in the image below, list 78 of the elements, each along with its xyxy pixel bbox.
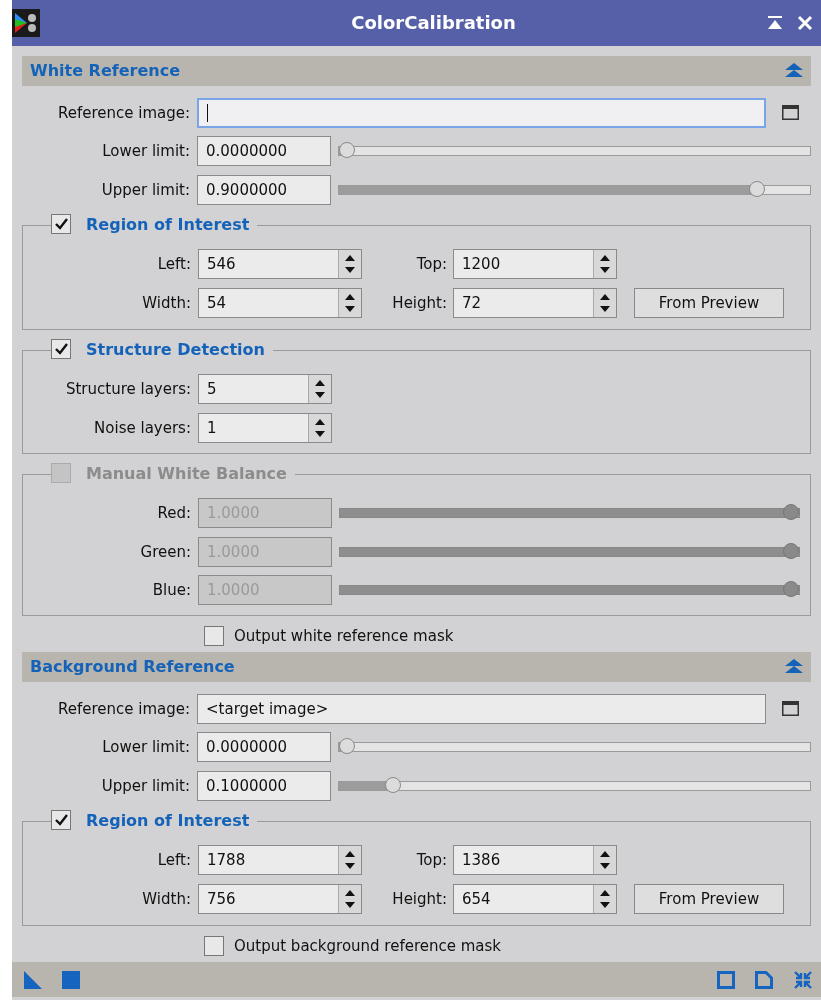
spin-field[interactable]: 72 <box>453 287 617 318</box>
field-label: Left: <box>156 851 192 870</box>
slider-track[interactable] <box>339 546 800 557</box>
triangle-icon[interactable] <box>24 970 42 989</box>
spin-arrows-icon[interactable] <box>593 846 616 875</box>
from-preview-button[interactable]: From Preview <box>634 287 784 318</box>
spin-arrows-icon[interactable] <box>338 884 361 913</box>
field-label: Noise layers: <box>93 418 192 437</box>
window-title: ColorCalibration <box>350 12 517 34</box>
field-label: Upper limit: <box>100 776 191 795</box>
collapse-arrows-icon[interactable] <box>793 969 813 990</box>
value-field[interactable]: 0.0000000 <box>197 732 331 763</box>
field-label: Reference image: <box>56 103 191 122</box>
field-label: Green: <box>139 542 192 561</box>
spin-arrows-icon[interactable] <box>338 288 361 317</box>
spin-field[interactable]: 54 <box>198 287 362 318</box>
spin-field[interactable]: 756 <box>198 883 362 914</box>
collapse-icon[interactable] <box>785 658 803 675</box>
field-label: Height: <box>391 293 448 312</box>
checkbox-label: Output white reference mask <box>234 626 454 645</box>
value-field[interactable]: 0.9000000 <box>197 174 331 205</box>
square-icon[interactable] <box>62 970 80 989</box>
spin-field[interactable]: 1200 <box>453 249 617 280</box>
value-field[interactable]: 0.1000000 <box>197 770 331 801</box>
slider-thumb[interactable] <box>748 180 765 197</box>
slider-thumb[interactable] <box>339 142 355 159</box>
collapse-icon[interactable] <box>785 62 803 79</box>
window-icon[interactable] <box>782 105 799 121</box>
reference-image-field[interactable] <box>197 97 766 128</box>
field-label: Red: <box>156 504 192 523</box>
field-label: Top: <box>415 255 448 274</box>
field-label: Structure layers: <box>64 380 192 399</box>
field-label: Blue: <box>151 581 192 600</box>
checkbox-label: Output background reference mask <box>234 937 502 956</box>
app-icon <box>12 8 40 37</box>
field-label: Lower limit: <box>101 142 191 161</box>
field-label: Width: <box>141 293 192 312</box>
value-field[interactable]: 0.0000000 <box>197 136 331 167</box>
field-label: Top: <box>415 851 448 870</box>
field-label: Width: <box>141 889 192 908</box>
checkbox[interactable] <box>51 339 71 360</box>
slider-thumb[interactable] <box>384 776 401 793</box>
close-icon[interactable] <box>797 14 813 31</box>
group-title: Region of Interest <box>86 214 250 234</box>
spin-field[interactable]: 654 <box>453 883 617 914</box>
group-title: Region of Interest <box>86 810 250 830</box>
field-label: Height: <box>391 889 448 908</box>
spin-field[interactable]: 546 <box>198 249 362 280</box>
spin-arrows-icon[interactable] <box>308 375 331 404</box>
spin-arrows-icon[interactable] <box>593 250 616 279</box>
checkbox[interactable] <box>51 214 71 235</box>
shade-icon[interactable] <box>767 14 783 31</box>
from-preview-button[interactable]: From Preview <box>634 883 784 914</box>
spin-arrows-icon[interactable] <box>338 250 361 279</box>
field-label: Left: <box>156 255 192 274</box>
spin-field[interactable]: 1788 <box>198 845 362 876</box>
spin-arrows-icon[interactable] <box>593 288 616 317</box>
spin-arrows-icon[interactable] <box>593 884 616 913</box>
field-label: Upper limit: <box>100 180 191 199</box>
slider-track[interactable] <box>338 184 811 195</box>
spin-arrows-icon[interactable] <box>338 846 361 875</box>
field-label: Reference image: <box>56 699 191 718</box>
group-title: Structure Detection <box>86 339 265 359</box>
checkbox[interactable] <box>204 625 224 646</box>
reference-image-field[interactable]: <target image> <box>197 693 766 724</box>
slider-thumb[interactable] <box>339 738 355 755</box>
document-icon[interactable] <box>755 970 773 989</box>
spin-arrows-icon[interactable] <box>308 413 331 442</box>
group-title: Manual White Balance <box>86 463 287 483</box>
spin-field[interactable]: 5 <box>198 374 332 405</box>
checkbox[interactable] <box>204 936 224 957</box>
field-label: Lower limit: <box>101 738 191 757</box>
checkbox[interactable] <box>51 810 71 831</box>
window-icon[interactable] <box>782 701 799 717</box>
spin-field[interactable]: 1 <box>198 412 332 443</box>
slider-track[interactable] <box>338 780 811 791</box>
reset-icon[interactable] <box>717 970 735 989</box>
spin-field[interactable]: 1386 <box>453 845 617 876</box>
